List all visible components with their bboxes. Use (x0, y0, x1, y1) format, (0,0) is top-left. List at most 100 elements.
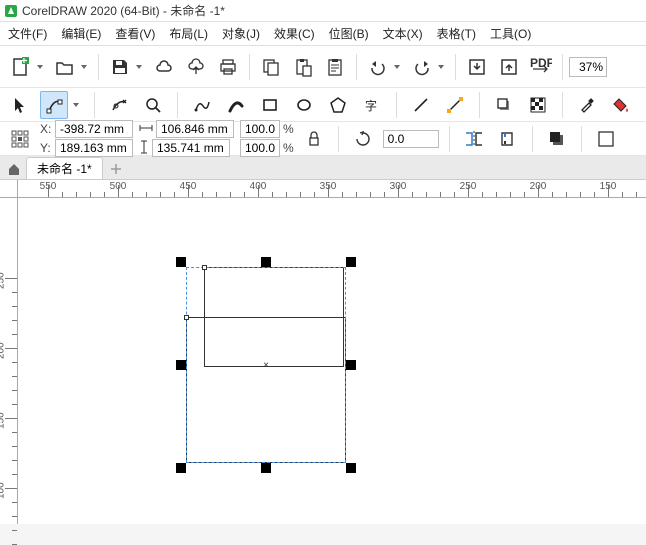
scale-y-input[interactable]: 100.0 (240, 139, 280, 157)
percent-label: % (283, 122, 294, 136)
rectangle-tool[interactable] (256, 91, 284, 119)
separator (177, 92, 178, 118)
node-handle[interactable] (202, 265, 207, 270)
redo-dropdown-icon[interactable] (437, 65, 445, 69)
redo-button[interactable] (407, 52, 437, 82)
menu-view[interactable]: 查看(V) (115, 25, 155, 42)
menu-effects[interactable]: 效果(C) (274, 25, 315, 42)
menu-file[interactable]: 文件(F) (8, 25, 47, 42)
rotation-input[interactable]: 0.0 (383, 130, 439, 148)
cloud-button[interactable] (149, 52, 179, 82)
percent-label: % (283, 141, 294, 155)
zoom-value: 37% (579, 60, 603, 74)
window-title: CorelDRAW 2020 (64-Bit) - 未命名 -1* (22, 2, 225, 19)
cloud-up-button[interactable] (181, 52, 211, 82)
to-front-button[interactable] (543, 125, 571, 153)
svg-text:字: 字 (365, 98, 377, 113)
transparency-tool[interactable] (524, 91, 552, 119)
mirror-h-button[interactable] (460, 125, 488, 153)
zoom-tool[interactable] (139, 91, 167, 119)
node-handle[interactable] (184, 315, 189, 320)
separator (249, 54, 250, 80)
line-tool[interactable] (407, 91, 435, 119)
mirror-v-button[interactable] (494, 125, 522, 153)
wrap-button[interactable] (592, 125, 620, 153)
home-tab[interactable] (4, 159, 24, 179)
polygon-tool[interactable] (324, 91, 352, 119)
selection-center-icon: × (262, 361, 270, 369)
selection-handle[interactable] (176, 257, 186, 267)
dimension-tool[interactable] (441, 91, 469, 119)
shape-dropdown-icon[interactable] (72, 103, 80, 107)
menu-bitmap[interactable]: 位图(B) (329, 25, 369, 42)
separator (98, 54, 99, 80)
separator (479, 92, 480, 118)
menu-text[interactable]: 文本(X) (383, 25, 423, 42)
document-tab[interactable]: 未命名 -1* (26, 157, 103, 179)
separator (562, 54, 563, 80)
crop-tool[interactable] (105, 91, 133, 119)
eyedropper-tool[interactable] (573, 91, 601, 119)
menu-tools[interactable]: 工具(O) (490, 25, 531, 42)
save-dropdown-icon[interactable] (135, 65, 143, 69)
open-dropdown-icon[interactable] (80, 65, 88, 69)
new-dropdown-icon[interactable] (36, 65, 44, 69)
undo-dropdown-icon[interactable] (393, 65, 401, 69)
ellipse-tool[interactable] (290, 91, 318, 119)
text-tool[interactable]: 字 (358, 91, 386, 119)
separator (581, 126, 582, 152)
fill-tool[interactable] (607, 91, 635, 119)
copy-button[interactable] (256, 52, 286, 82)
y-input[interactable]: 189.163 mm (55, 139, 133, 157)
separator (532, 126, 533, 152)
x-input[interactable]: -398.72 mm (55, 120, 133, 138)
lock-ratio-button[interactable] (300, 125, 328, 153)
import-button[interactable] (462, 52, 492, 82)
separator (396, 92, 397, 118)
ruler-horizontal[interactable]: 550500450400350300250200150 (18, 180, 646, 198)
selection-handle[interactable] (346, 257, 356, 267)
pdf-export-button[interactable]: PDF (526, 52, 556, 82)
toolbox: 字 (0, 88, 646, 122)
position-group: X:-398.72 mm Y:189.163 mm (40, 120, 133, 157)
open-button[interactable] (50, 52, 80, 82)
menu-table[interactable]: 表格(T) (437, 25, 476, 42)
separator (94, 92, 95, 118)
save-button[interactable] (105, 52, 135, 82)
scale-group: 100.0% 100.0% (240, 120, 294, 157)
height-icon (139, 140, 149, 157)
ruler-corner (0, 180, 18, 198)
undo-button[interactable] (363, 52, 393, 82)
app-logo-icon (4, 4, 18, 18)
canvas[interactable]: × (18, 198, 646, 524)
scale-x-input[interactable]: 100.0 (240, 120, 280, 138)
pick-tool[interactable] (6, 91, 34, 119)
rotation-icon (349, 125, 377, 153)
height-input[interactable]: 135.741 mm (152, 139, 230, 157)
zoom-input[interactable]: 37% (569, 57, 607, 77)
freehand-tool[interactable] (188, 91, 216, 119)
selection-handle[interactable] (261, 463, 271, 473)
selection-handle[interactable] (176, 360, 186, 370)
shadow-tool[interactable] (490, 91, 518, 119)
width-input[interactable]: 106.846 mm (156, 120, 234, 138)
print-button[interactable] (213, 52, 243, 82)
menu-layout[interactable]: 布局(L) (169, 25, 208, 42)
new-button[interactable] (6, 52, 36, 82)
selection-handle[interactable] (261, 257, 271, 267)
shape-tool[interactable] (40, 91, 68, 119)
add-tab-button[interactable] (105, 159, 127, 179)
clipboard-button[interactable] (320, 52, 350, 82)
menu-edit[interactable]: 编辑(E) (61, 25, 101, 42)
separator (338, 126, 339, 152)
object-origin-icon[interactable] (6, 125, 34, 153)
export-button[interactable] (494, 52, 524, 82)
ruler-vertical[interactable]: 250200150100 (0, 198, 18, 524)
menu-object[interactable]: 对象(J) (222, 25, 260, 42)
artistic-media-tool[interactable] (222, 91, 250, 119)
selection-handle[interactable] (346, 463, 356, 473)
paste-button[interactable] (288, 52, 318, 82)
selection-handle[interactable] (346, 360, 356, 370)
x-label: X: (40, 122, 52, 136)
selection-handle[interactable] (176, 463, 186, 473)
